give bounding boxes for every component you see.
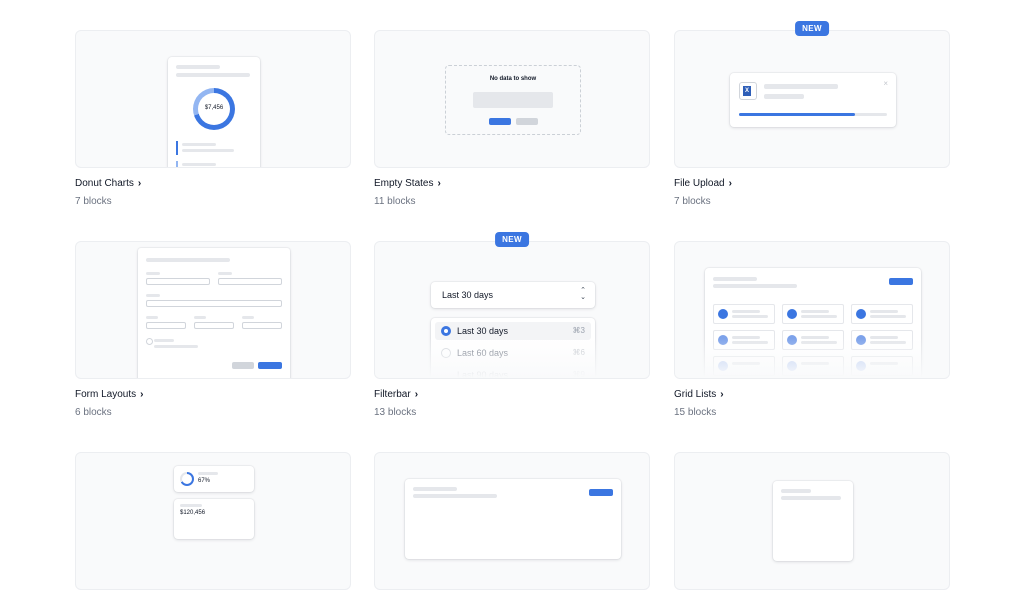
chevron-right-icon: ›: [437, 178, 441, 189]
list-preview[interactable]: [674, 452, 950, 590]
card-title[interactable]: Grid Lists ›: [674, 389, 950, 401]
card-table-preview[interactable]: [374, 452, 650, 590]
table-preview[interactable]: [374, 452, 650, 590]
upload-progress-bar: [739, 113, 855, 116]
grid-lists-preview[interactable]: [674, 241, 950, 379]
card-title[interactable]: Form Layouts ›: [75, 389, 351, 401]
chevron-right-icon: ›: [728, 178, 732, 189]
card-title[interactable]: Donut Charts ›: [75, 178, 351, 190]
card-empty-states[interactable]: No data to show Empty States › 11 blocks: [374, 30, 650, 207]
filterbar-preview[interactable]: Last 30 days ⌃ ⌄ Last 30 days ⌘3 Last 60 …: [374, 241, 650, 379]
upload-panel: X ×: [730, 73, 896, 127]
card-count: 7 blocks: [75, 196, 112, 207]
card-form-layouts[interactable]: Form Layouts › 6 blocks: [75, 241, 351, 418]
card-filterbar[interactable]: NEW Last 30 days ⌃ ⌄ Last 30 days ⌘3 Last…: [374, 232, 650, 418]
chevron-right-icon: ›: [414, 389, 419, 400]
card-list-preview[interactable]: [674, 452, 950, 590]
card-count: 7 blocks: [674, 196, 711, 207]
card-count: 6 blocks: [75, 407, 112, 418]
empty-state-text: No data to show: [489, 76, 537, 82]
grid-panel: [705, 268, 921, 378]
card-title[interactable]: File Upload ›: [674, 178, 950, 190]
chevron-up-down-icon: ⌃ ⌄: [580, 287, 586, 301]
preview-panel: $7,456: [168, 57, 260, 167]
excel-file-icon: X: [739, 82, 757, 100]
card-grid-lists[interactable]: Grid Lists › 15 blocks: [674, 241, 950, 418]
card-donut-charts[interactable]: $7,456 Donut Charts › 7 blocks: [75, 30, 351, 207]
card-count: 13 blocks: [374, 407, 417, 418]
filter-select: Last 30 days ⌃ ⌄: [431, 282, 595, 308]
empty-states-preview[interactable]: No data to show: [374, 30, 650, 168]
card-title[interactable]: Empty States ›: [374, 178, 650, 190]
form-panel: [138, 248, 290, 378]
chevron-right-icon: ›: [140, 389, 144, 400]
donut-value: $7,456: [204, 105, 224, 111]
file-upload-preview[interactable]: X ×: [674, 30, 950, 168]
empty-state-box: No data to show: [445, 65, 581, 135]
new-badge: NEW: [495, 232, 529, 247]
progress-ring-icon: [180, 472, 194, 486]
donut-chart-icon: $7,456: [193, 88, 235, 130]
filter-dropdown: Last 30 days ⌘3 Last 60 days ⌘6 Last 90 …: [431, 318, 595, 378]
card-count: 15 blocks: [674, 407, 717, 418]
new-badge: NEW: [795, 21, 829, 36]
chevron-right-icon: ›: [720, 389, 724, 400]
card-file-upload[interactable]: NEW X × File Upload › 7 blocks: [674, 21, 950, 207]
kpi-panel-2: $120,456: [174, 499, 254, 539]
close-icon[interactable]: ×: [883, 79, 888, 88]
kpi-cards-preview[interactable]: 67% $120,456: [75, 452, 351, 590]
card-kpi-preview[interactable]: 67% $120,456: [75, 452, 351, 590]
card-title[interactable]: Filterbar ›: [374, 389, 650, 401]
donut-charts-preview[interactable]: $7,456: [75, 30, 351, 168]
kpi-panel-1: 67%: [174, 466, 254, 492]
card-count: 11 blocks: [374, 196, 416, 207]
chevron-right-icon: ›: [137, 178, 142, 189]
form-layouts-preview[interactable]: [75, 241, 351, 379]
